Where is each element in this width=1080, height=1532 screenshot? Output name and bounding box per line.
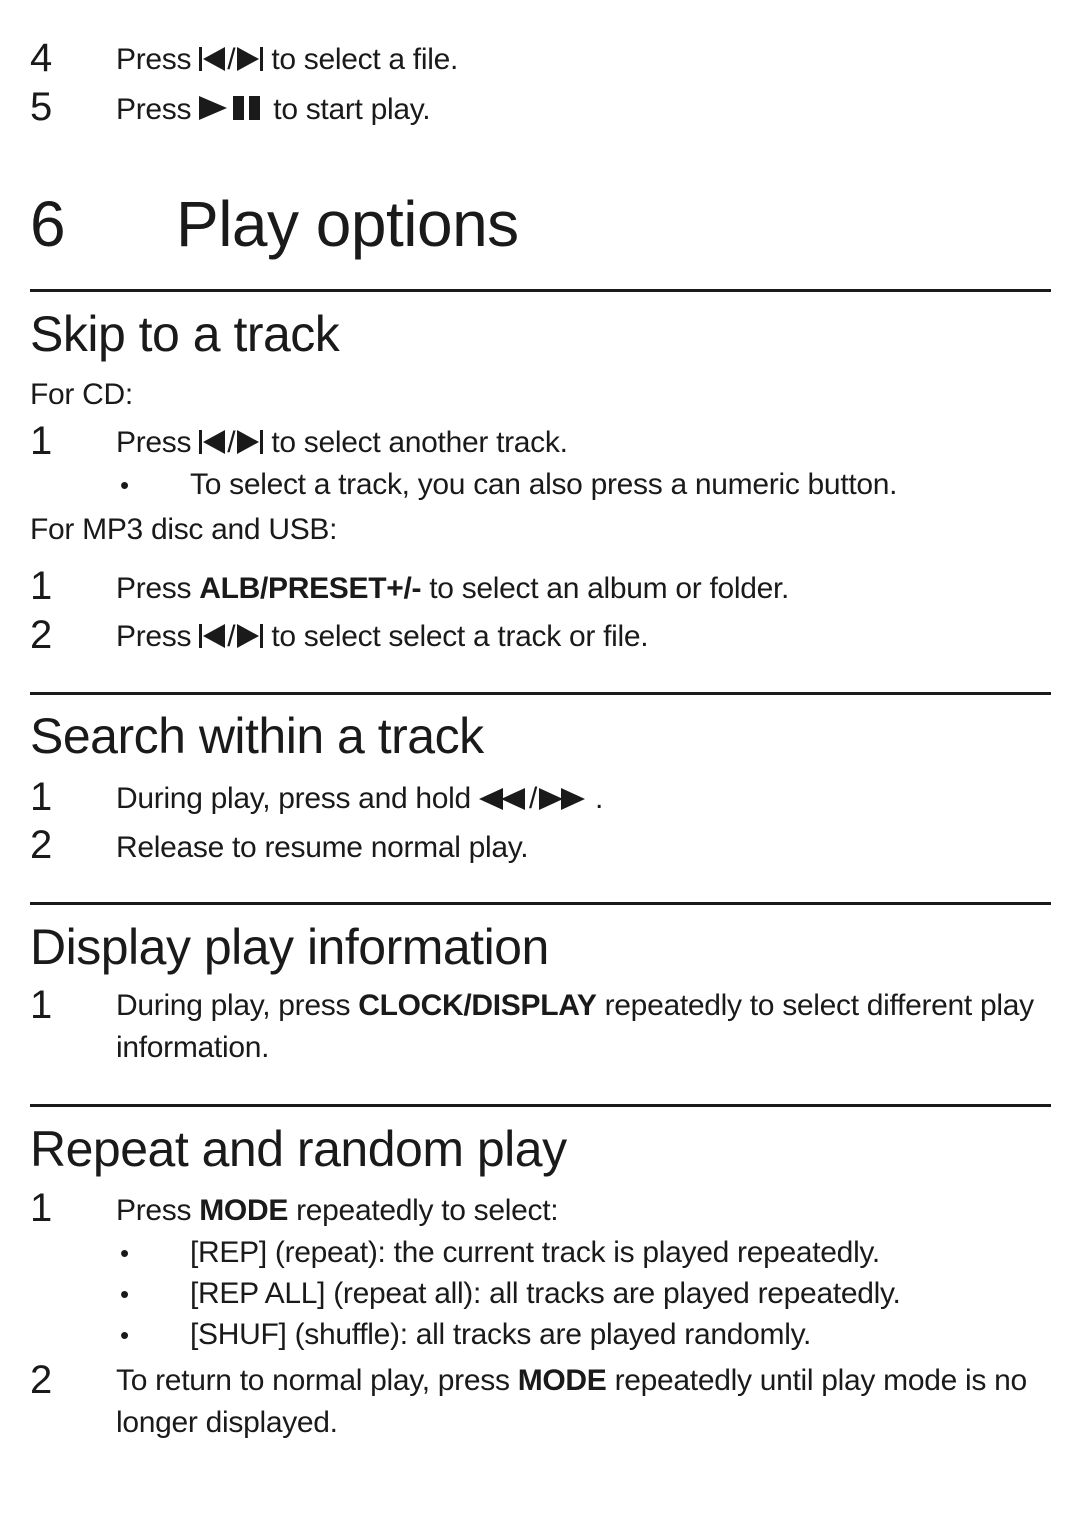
- step-number: 1: [30, 1186, 53, 1230]
- step-text: Press MODE repeatedly to select:: [116, 1194, 559, 1227]
- step-after: .: [595, 782, 604, 815]
- cd-label: For CD:: [30, 378, 133, 411]
- step-number: 1: [30, 564, 53, 608]
- section-title-skip: Skip to a track: [30, 306, 340, 362]
- section-divider: [30, 1104, 1051, 1107]
- step-before: Press: [116, 620, 192, 653]
- rewind-icon: [478, 787, 529, 811]
- step-text: Press to start play.: [116, 93, 431, 126]
- step-text: Release to resume normal play.: [116, 831, 529, 864]
- step-after: to select another track.: [271, 426, 568, 459]
- button-name: ALB/PRESET+/-: [199, 572, 422, 605]
- step-after: to start play.: [273, 93, 431, 126]
- step-before: During play, press and hold: [116, 782, 471, 815]
- step-after: repeatedly to select:: [296, 1194, 559, 1227]
- next-icon: [235, 46, 264, 72]
- chapter-title: Play options: [176, 188, 519, 260]
- mp3-usb-label: For MP3 disc and USB:: [30, 513, 338, 546]
- bullet-icon: •: [120, 1238, 130, 1268]
- step-before: Press: [116, 572, 192, 605]
- step-before: Press: [116, 426, 192, 459]
- step-number: 2: [30, 613, 53, 657]
- step-number: 4: [30, 36, 53, 80]
- play-pause-icon: [199, 94, 265, 122]
- section-title-search: Search within a track: [30, 708, 484, 764]
- step-text: To return to normal play, press MODE rep…: [116, 1360, 1056, 1444]
- step-before: During play, press: [116, 989, 351, 1022]
- step-after: to select a file.: [271, 43, 458, 76]
- icon-separator: /: [227, 43, 236, 76]
- next-icon: [235, 623, 264, 649]
- bullet-icon: •: [120, 470, 130, 500]
- step-after: to select select a track or file.: [271, 620, 649, 653]
- step-text: Press ALB/PRESET+/- to select an album o…: [116, 574, 789, 604]
- step-text: Press / to select select a track or file…: [116, 620, 649, 653]
- step-text: Press / to select a file.: [116, 45, 458, 75]
- step-text: During play, press CLOCK/DISPLAY repeate…: [116, 985, 1056, 1069]
- bullet-text: [REP] (repeat): the current track is pla…: [190, 1236, 880, 1269]
- section-divider: [30, 902, 1051, 905]
- icon-separator: /: [227, 620, 236, 653]
- step-after: to select an album or folder.: [429, 572, 790, 605]
- previous-icon: [199, 429, 227, 455]
- step-before: Press: [116, 1194, 192, 1227]
- step-number: 5: [30, 85, 53, 129]
- icon-separator: /: [528, 782, 537, 815]
- button-name: MODE: [199, 1194, 289, 1227]
- section-title-display: Display play information: [30, 919, 549, 975]
- step-number: 1: [30, 419, 53, 463]
- bullet-text: [REP ALL] (repeat all): all tracks are p…: [190, 1277, 901, 1310]
- bullet-icon: •: [120, 1279, 130, 1309]
- bullet-text: To select a track, you can also press a …: [190, 468, 898, 501]
- section-divider: [30, 692, 1051, 695]
- previous-icon: [199, 46, 227, 72]
- bullet-text: [SHUF] (shuffle): all tracks are played …: [190, 1318, 812, 1351]
- section-divider: [30, 289, 1051, 292]
- step-before: Press: [116, 43, 192, 76]
- step-number: 2: [30, 823, 53, 867]
- chapter-number: 6: [30, 188, 66, 260]
- step-before: Press: [116, 93, 192, 126]
- previous-icon: [199, 623, 227, 649]
- fast-forward-icon: [537, 787, 587, 811]
- step-before: To return to normal play, press: [116, 1364, 510, 1397]
- section-title-repeat: Repeat and random play: [30, 1121, 567, 1177]
- bullet-icon: •: [120, 1320, 130, 1350]
- step-number: 2: [30, 1358, 53, 1402]
- step-text: During play, press and hold / .: [116, 784, 603, 814]
- step-text: Press / to select another track.: [116, 428, 568, 458]
- step-number: 1: [30, 775, 53, 819]
- button-name: MODE: [517, 1364, 607, 1397]
- button-name: CLOCK/DISPLAY: [358, 989, 597, 1022]
- icon-separator: /: [227, 426, 236, 459]
- step-number: 1: [30, 983, 53, 1027]
- next-icon: [235, 429, 264, 455]
